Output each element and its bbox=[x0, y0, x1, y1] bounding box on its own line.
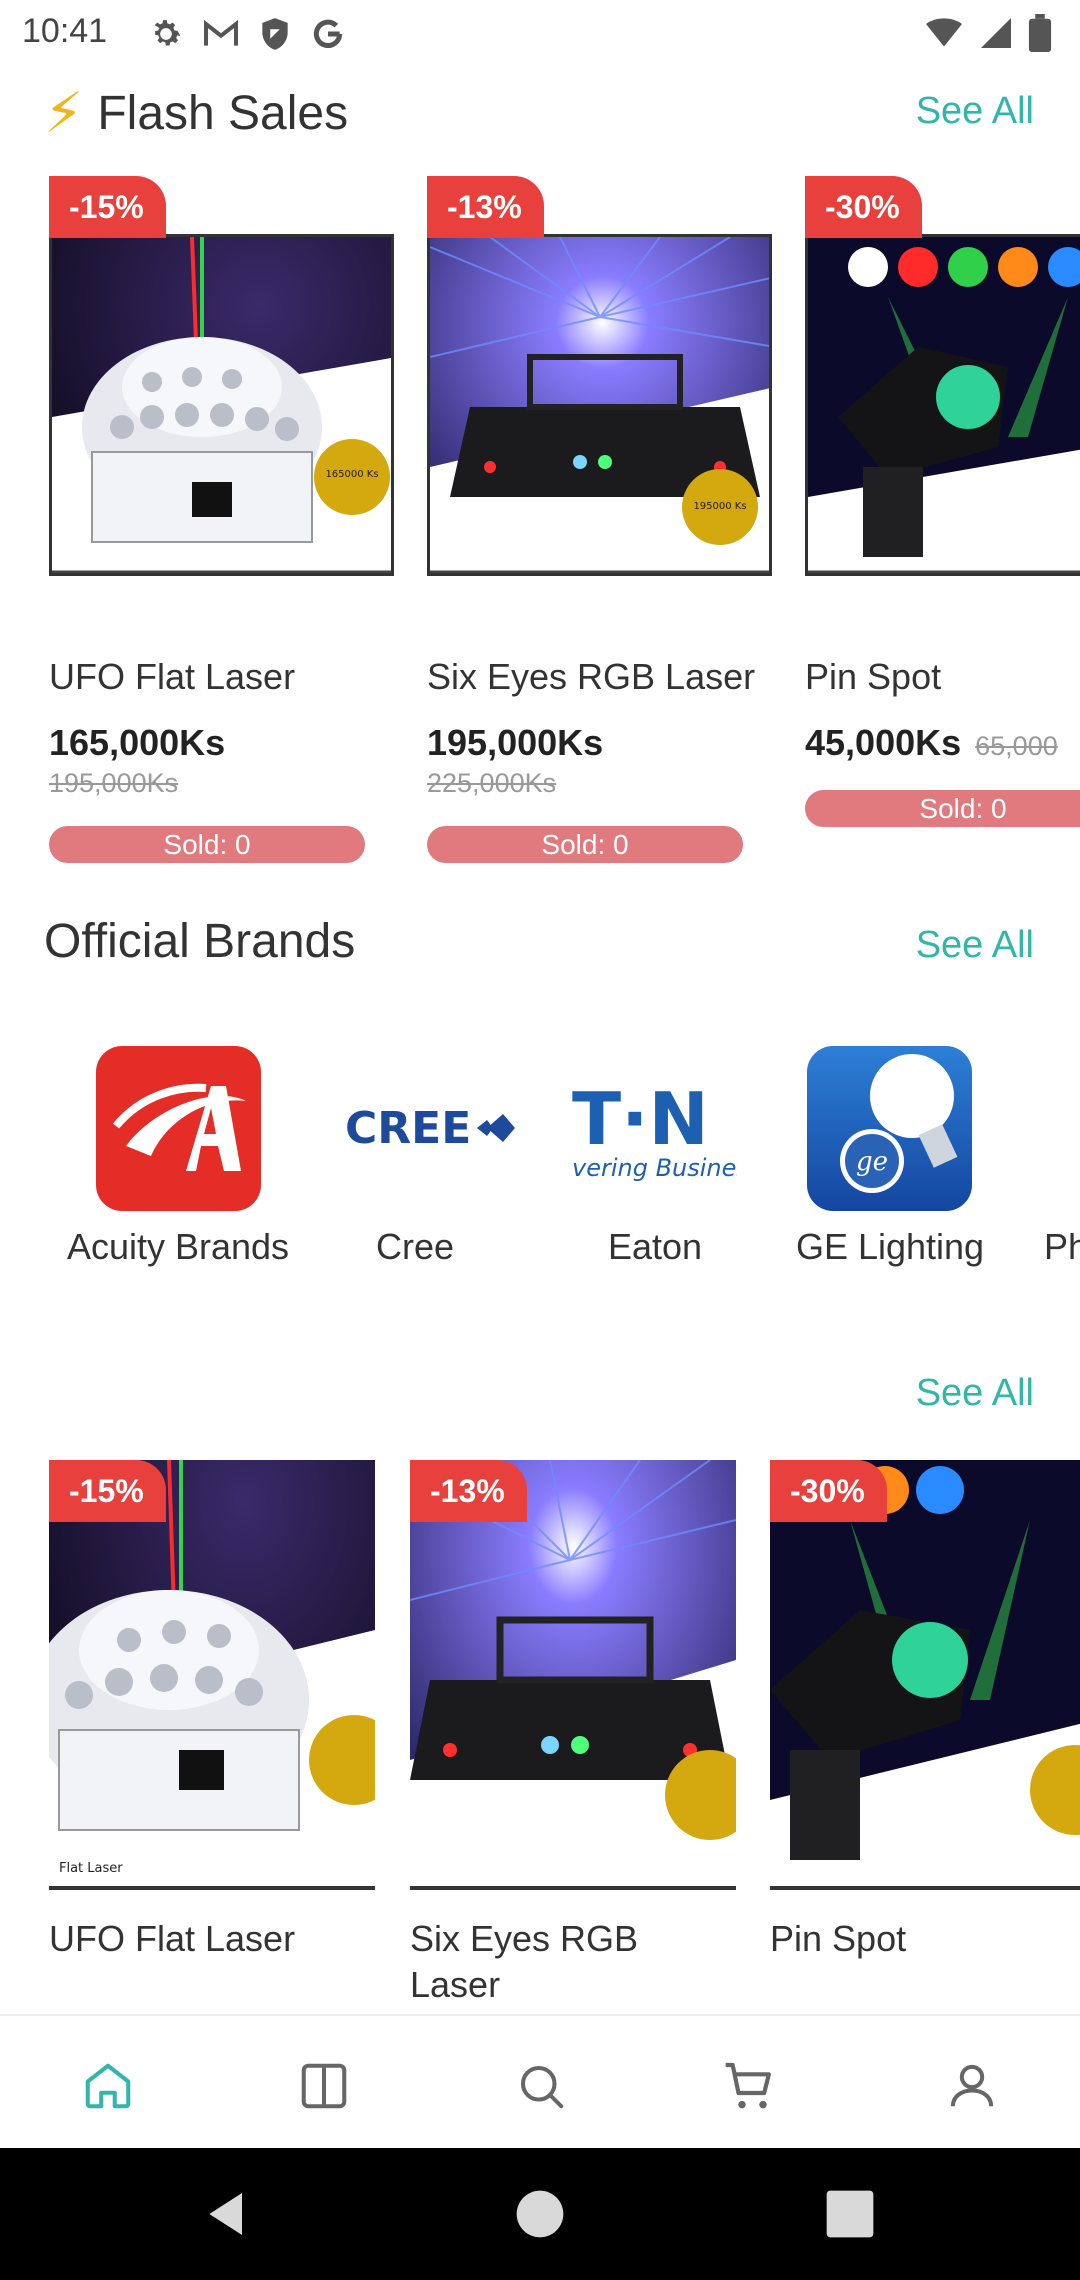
sold-count-pill: Sold: 0 bbox=[805, 790, 1080, 827]
flash-sales-header: ⚡ Flash Sales See All bbox=[44, 80, 1044, 160]
discount-badge: -15% bbox=[49, 176, 166, 238]
eaton-logo: T·N vering Business V bbox=[572, 1046, 737, 1211]
product-price: 195,000Ks bbox=[427, 722, 604, 763]
discount-badge: -15% bbox=[49, 1460, 166, 1522]
product-card[interactable]: Flat Laser -15% UFO Flat Laser bbox=[49, 1460, 375, 2015]
status-icons-right bbox=[924, 14, 1052, 52]
lightning-icon: ⚡ bbox=[44, 81, 84, 144]
flash-sales-title-text: Flash Sales bbox=[97, 86, 349, 140]
product-card[interactable]: 195000 Ks -13% Six Eyes RGB Laser 195,00… bbox=[427, 176, 772, 876]
brands-title: Official Brands bbox=[44, 915, 356, 968]
gear-icon bbox=[154, 20, 181, 46]
cart-icon[interactable] bbox=[719, 2056, 779, 2116]
product-name: UFO Flat Laser bbox=[49, 1918, 296, 1959]
product-card[interactable]: -13% Six Eyes RGB Laser bbox=[410, 1460, 736, 2015]
sold-count-pill: Sold: 0 bbox=[427, 826, 743, 863]
system-navigation-bar bbox=[0, 2148, 1080, 2280]
svg-text:ge: ge bbox=[856, 1147, 888, 1177]
product-name: Pin Spot bbox=[770, 1918, 907, 1959]
product-name: UFO Flat Laser bbox=[49, 656, 296, 697]
discount-badge: -13% bbox=[427, 176, 544, 238]
product-image: 165000 Ks bbox=[49, 234, 394, 576]
status-bar: 10:41 bbox=[0, 0, 1080, 66]
catalog-icon[interactable] bbox=[294, 2056, 354, 2116]
bottom-navigation bbox=[0, 2014, 1080, 2148]
brands-see-all-button[interactable]: See All bbox=[916, 924, 1034, 967]
flash-sales-carousel[interactable]: 165000 Ks -15% UFO Flat Laser 165,000Ks … bbox=[0, 176, 1080, 876]
svg-text:195000 Ks: 195000 Ks bbox=[693, 501, 746, 512]
svg-text:165000 Ks: 165000 Ks bbox=[325, 469, 378, 480]
products-see-all-button[interactable]: See All bbox=[916, 1372, 1034, 1415]
shield-icon bbox=[262, 18, 288, 50]
status-icons-left bbox=[146, 14, 348, 54]
status-time: 10:41 bbox=[22, 12, 108, 50]
product-name: Pin Spot bbox=[805, 656, 942, 697]
flash-sales-see-all-button[interactable]: See All bbox=[916, 90, 1034, 133]
cree-logo-text: CREE bbox=[345, 1103, 471, 1154]
signal-icon bbox=[981, 18, 1011, 48]
home-icon[interactable] bbox=[78, 2056, 138, 2116]
brand-name: Cree bbox=[375, 1226, 455, 1267]
search-icon[interactable] bbox=[511, 2056, 571, 2116]
discount-badge: -13% bbox=[410, 1460, 527, 1522]
svg-text:Flat Laser: Flat Laser bbox=[59, 1861, 123, 1876]
brands-header: Official Brands See All bbox=[44, 914, 1044, 994]
products-header: See All bbox=[44, 1362, 1044, 1442]
ge-lighting-logo: ge bbox=[807, 1046, 972, 1211]
product-price-value: 45,000Ks bbox=[805, 722, 962, 763]
product-image: Flat Laser bbox=[49, 1460, 375, 1890]
product-image-container: -30% bbox=[805, 176, 1080, 576]
brand-name: GE Lighting bbox=[795, 1226, 985, 1267]
eaton-logo-subtext: vering Business V bbox=[572, 1154, 737, 1182]
product-card[interactable]: -30% Pin Spot 45,000Ks 65,000 Sold: 0 bbox=[805, 176, 1080, 876]
products-carousel[interactable]: Flat Laser -15% UFO Flat Laser -13% Six bbox=[0, 1460, 1080, 2015]
product-name: Six Eyes RGB Laser bbox=[410, 1918, 639, 2005]
flash-sales-title: ⚡ Flash Sales bbox=[44, 80, 348, 146]
product-old-price: 65,000 bbox=[975, 731, 1058, 761]
brands-carousel[interactable]: Acuity Brands CREE Cree T·N vering Busin… bbox=[0, 1040, 1080, 1280]
acuity-brands-logo bbox=[96, 1046, 261, 1211]
brand-name: Ph bbox=[1044, 1226, 1080, 1267]
product-image-container: 165000 Ks -15% bbox=[49, 176, 394, 576]
google-icon bbox=[313, 19, 343, 48]
gmail-icon bbox=[204, 19, 238, 46]
product-image bbox=[805, 234, 1080, 576]
product-card[interactable]: 165000 Ks -15% UFO Flat Laser 165,000Ks … bbox=[49, 176, 394, 876]
product-old-price: 195,000Ks bbox=[49, 768, 179, 798]
profile-icon[interactable] bbox=[942, 2056, 1002, 2116]
recents-icon[interactable] bbox=[822, 2186, 878, 2242]
product-image bbox=[770, 1460, 1080, 1890]
home-button-icon[interactable] bbox=[512, 2186, 568, 2242]
back-icon[interactable] bbox=[200, 2186, 256, 2242]
product-image bbox=[410, 1460, 736, 1890]
discount-badge: -30% bbox=[805, 176, 922, 238]
product-image: 195000 Ks bbox=[427, 234, 772, 576]
cree-logo: CREE bbox=[345, 1046, 515, 1211]
battery-icon bbox=[1028, 14, 1052, 52]
sold-count-pill: Sold: 0 bbox=[49, 826, 365, 863]
product-card[interactable]: -30% Pin Spot bbox=[770, 1460, 1080, 2015]
product-image-container: 195000 Ks -13% bbox=[427, 176, 772, 576]
eaton-logo-text: T·N bbox=[572, 1077, 709, 1161]
wifi-icon bbox=[926, 18, 962, 47]
product-old-price: 225,000Ks bbox=[427, 768, 557, 798]
product-name: Six Eyes RGB Laser bbox=[427, 656, 756, 697]
product-price: 45,000Ks 65,000 bbox=[805, 722, 1058, 764]
discount-badge: -30% bbox=[770, 1460, 887, 1522]
product-price: 165,000Ks bbox=[49, 722, 226, 763]
